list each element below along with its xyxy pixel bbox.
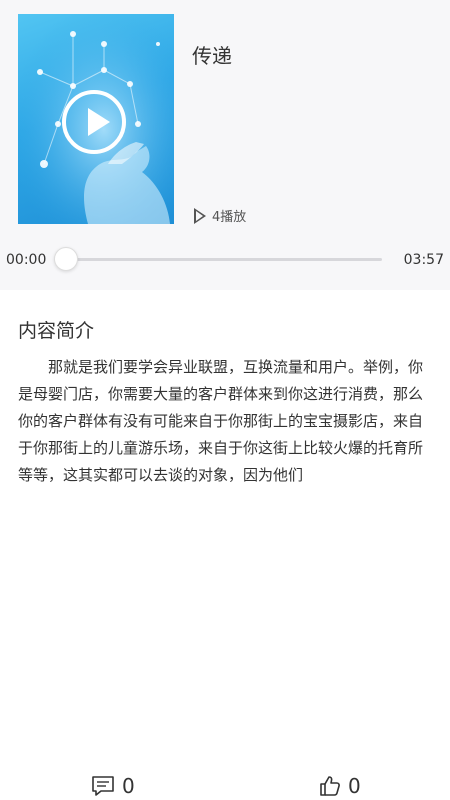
cover-image[interactable] — [18, 14, 174, 224]
play-count: 4播放 — [194, 206, 246, 225]
play-count-label: 4播放 — [212, 210, 247, 225]
track-title: 传递 — [192, 44, 232, 68]
like-count: 0 — [348, 774, 361, 798]
like-button[interactable]: 0 — [318, 774, 361, 798]
thumbs-up-icon — [320, 776, 340, 796]
current-time: 00:00 — [6, 252, 47, 268]
comment-count: 0 — [122, 774, 135, 798]
duration-time: 03:57 — [403, 252, 444, 268]
play-outline-icon — [194, 207, 206, 224]
bottom-action-bar: 0 0 — [0, 766, 450, 800]
comment-icon — [92, 776, 114, 796]
progress-thumb[interactable] — [54, 247, 78, 271]
progress-slider[interactable] — [54, 247, 382, 271]
audio-player-card: 传递 4播放 00:00 03:57 — [0, 0, 450, 290]
play-circle-icon[interactable] — [62, 90, 126, 154]
intro-body: 那就是我们要学会异业联盟，互换流量和用户。举例，你是母婴门店，你需要大量的客户群… — [18, 358, 424, 484]
intro-heading: 内容简介 — [18, 320, 95, 342]
comment-button[interactable]: 0 — [90, 774, 135, 798]
